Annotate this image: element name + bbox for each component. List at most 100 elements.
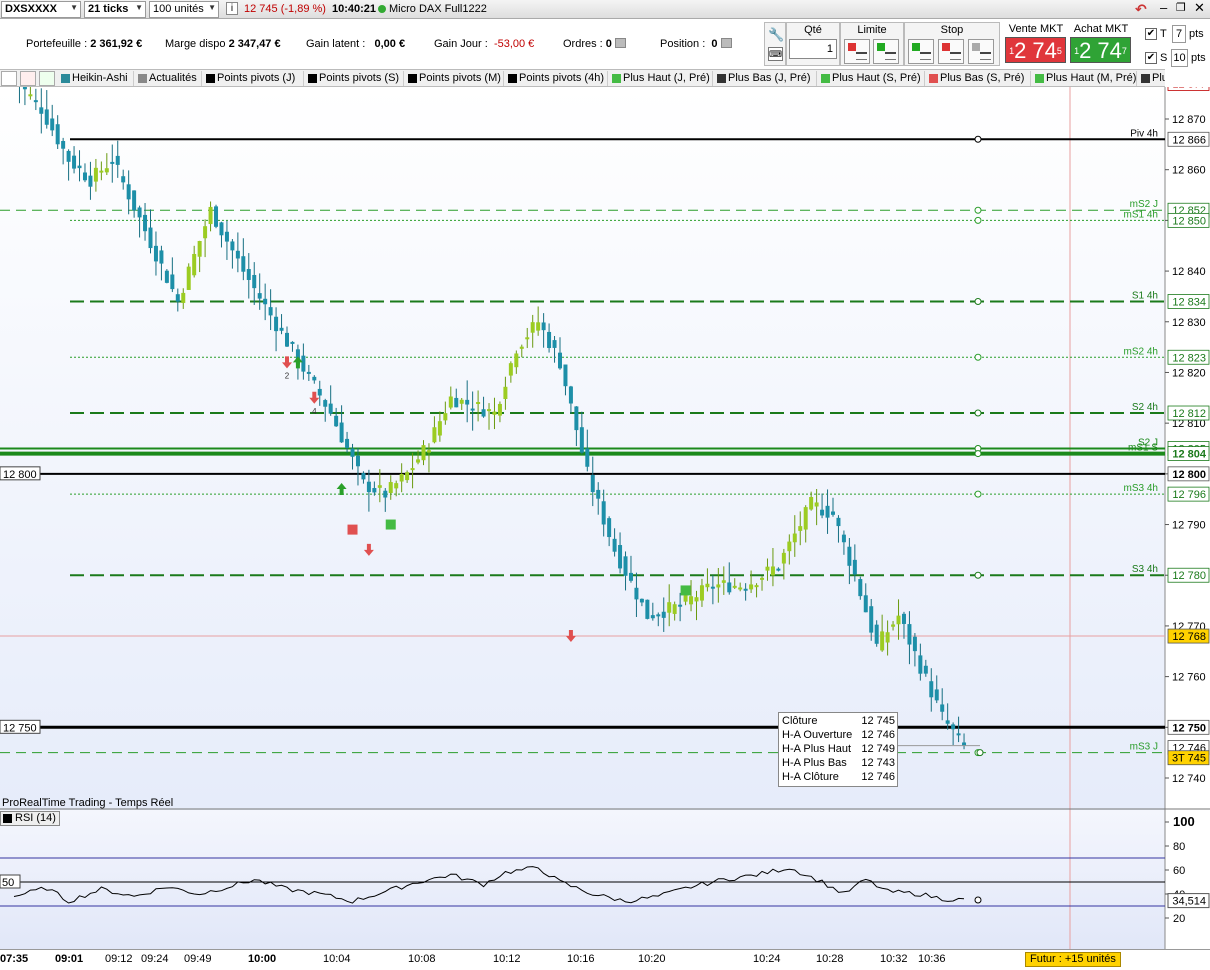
limit-sell-button[interactable]	[844, 39, 870, 64]
contract-name: Micro DAX Full1222	[389, 3, 487, 15]
candle-body	[705, 583, 710, 588]
indicator-tab[interactable]: Points pivots (4h)	[506, 71, 608, 86]
candle-body	[208, 206, 213, 225]
candle-body	[858, 579, 863, 597]
level-marker	[974, 297, 982, 305]
candle-body	[530, 322, 535, 333]
candle-body	[749, 584, 754, 590]
price-tag-label: 12 768	[1172, 631, 1206, 643]
s-label: S	[1160, 52, 1168, 64]
indicator-label: Plus Bas (S, Pré)	[940, 72, 1025, 84]
candle-body	[574, 406, 579, 431]
candle-body	[454, 397, 459, 408]
info-icon[interactable]: i	[226, 2, 238, 15]
candle-body	[279, 327, 284, 331]
candle-body	[77, 165, 82, 169]
rsi-swatch	[3, 814, 12, 823]
sell-market-button[interactable]: 12 745	[1005, 37, 1066, 63]
futur-badge[interactable]: Futur : +15 unités	[1025, 952, 1121, 967]
t-points-input[interactable]: 7	[1172, 25, 1186, 43]
time-tick-label: 10:20	[638, 953, 666, 965]
s-points-input[interactable]: 10	[1171, 49, 1188, 67]
indicator-color-icon	[1141, 74, 1150, 83]
alert-icon[interactable]	[20, 71, 36, 86]
indicator-tab[interactable]: Points pivots (J)	[204, 71, 304, 86]
gain-jour-label: Gain Jour :	[434, 38, 488, 50]
oco-button[interactable]	[968, 39, 994, 64]
rsi-title: RSI (14)	[15, 812, 56, 824]
minimize-icon[interactable]: –	[1160, 0, 1167, 15]
candle-body	[323, 400, 328, 407]
candle-body	[721, 580, 726, 583]
ordres[interactable]: Ordres : 0	[563, 38, 626, 50]
candle-body	[710, 586, 715, 589]
indicator-tab[interactable]: Points pivots (M)	[406, 71, 504, 86]
period-select[interactable]: 21 ticks ▼	[84, 1, 146, 18]
s-checkbox[interactable]: ✔	[1145, 52, 1157, 64]
stop-sell-button[interactable]	[938, 39, 964, 64]
candle-body	[355, 455, 360, 467]
candle-body	[104, 168, 109, 173]
portefeuille-value: 2 361,92 €	[90, 38, 143, 50]
candle-body	[416, 459, 421, 463]
candle-body	[153, 245, 158, 262]
buy-price-sup: 7	[1121, 46, 1127, 56]
indicator-tab[interactable]: Plus Bas (S, Pré)	[927, 71, 1031, 86]
candle-body	[825, 505, 830, 518]
instrument-select[interactable]: DXSXXXX ▼	[1, 1, 81, 18]
position[interactable]: Position : 0	[660, 38, 732, 50]
indicator-tab[interactable]: Plus Haut (J, Pré)	[610, 71, 713, 86]
indicator-tab[interactable]: Plus Haut (M, Pré)	[1033, 71, 1137, 86]
tooltip-row: H-A Clôture 12 746	[782, 771, 895, 785]
account-bar: Portefeuille : 2 361,92 € Marge dispo 2 …	[0, 19, 762, 69]
indicator-tab[interactable]: Actualités	[136, 71, 202, 86]
price-tag-label: 12 750	[1172, 722, 1206, 734]
candle-body	[650, 615, 655, 619]
limit-buy-button[interactable]	[873, 39, 899, 64]
units-label: 100 unités	[153, 3, 204, 15]
keyboard-icon[interactable]: ⌨	[768, 47, 783, 61]
stop-buy-button[interactable]	[908, 39, 934, 64]
candle-body	[563, 364, 568, 387]
gain-jour-value: -53,00 €	[493, 38, 535, 50]
stop-group: Stop	[904, 22, 1000, 66]
close-icon[interactable]: ✕	[1194, 0, 1205, 16]
indicator-tab[interactable]: Points pivots (S)	[306, 71, 404, 86]
tooltip-row: H-A Ouverture 12 746	[782, 729, 895, 743]
candle-body	[934, 689, 939, 701]
sell-price: 2 74	[1014, 38, 1057, 63]
indicator-color-icon	[206, 74, 215, 83]
connection-status-icon	[378, 5, 386, 13]
buy-market-button[interactable]: 12 747	[1070, 37, 1131, 63]
orders-window-icon[interactable]	[614, 38, 626, 48]
time-tick-label: 10:12	[493, 953, 521, 965]
rsi-chart[interactable]: 100806040205034,514	[0, 810, 1210, 950]
positions-window-icon[interactable]	[720, 38, 732, 48]
candle-body	[623, 556, 628, 576]
wrench-icon[interactable]: 🔧	[768, 27, 784, 42]
candle-body	[896, 615, 901, 625]
price-tag-label: 12 796	[1172, 489, 1206, 501]
candle-body	[694, 597, 699, 602]
rsi-tag[interactable]: RSI (14)	[0, 811, 60, 826]
restore-icon[interactable]: ❐	[1176, 1, 1186, 14]
candle-body	[656, 614, 661, 617]
indicator-tab[interactable]: Plus Bas (J, Pré)	[715, 71, 817, 86]
indicator-tab[interactable]: Heikin-Ashi	[59, 71, 134, 86]
candle-body	[410, 468, 415, 471]
candle-body	[426, 450, 431, 453]
position-value: 0	[711, 38, 718, 50]
candle-body	[186, 266, 191, 290]
level-marker	[974, 216, 982, 224]
price-chart[interactable]: 12 74012 75012 76012 77012 78012 79012 8…	[0, 87, 1210, 810]
indicator-tab[interactable]: Plus B	[1139, 71, 1165, 86]
indicator-tab[interactable]: Plus Haut (S, Pré)	[819, 71, 925, 86]
chart-options-icon[interactable]	[1, 71, 17, 86]
qty-input[interactable]: 1	[789, 39, 837, 59]
t-checkbox[interactable]: ✔	[1145, 28, 1157, 40]
tooltip-value: 12 743	[861, 757, 895, 769]
add-indicator-icon[interactable]	[39, 71, 55, 86]
units-select[interactable]: 100 unités ▼	[149, 1, 219, 18]
qty-group: Qté 1	[786, 22, 840, 66]
level-label: S3 4h	[1132, 564, 1158, 575]
